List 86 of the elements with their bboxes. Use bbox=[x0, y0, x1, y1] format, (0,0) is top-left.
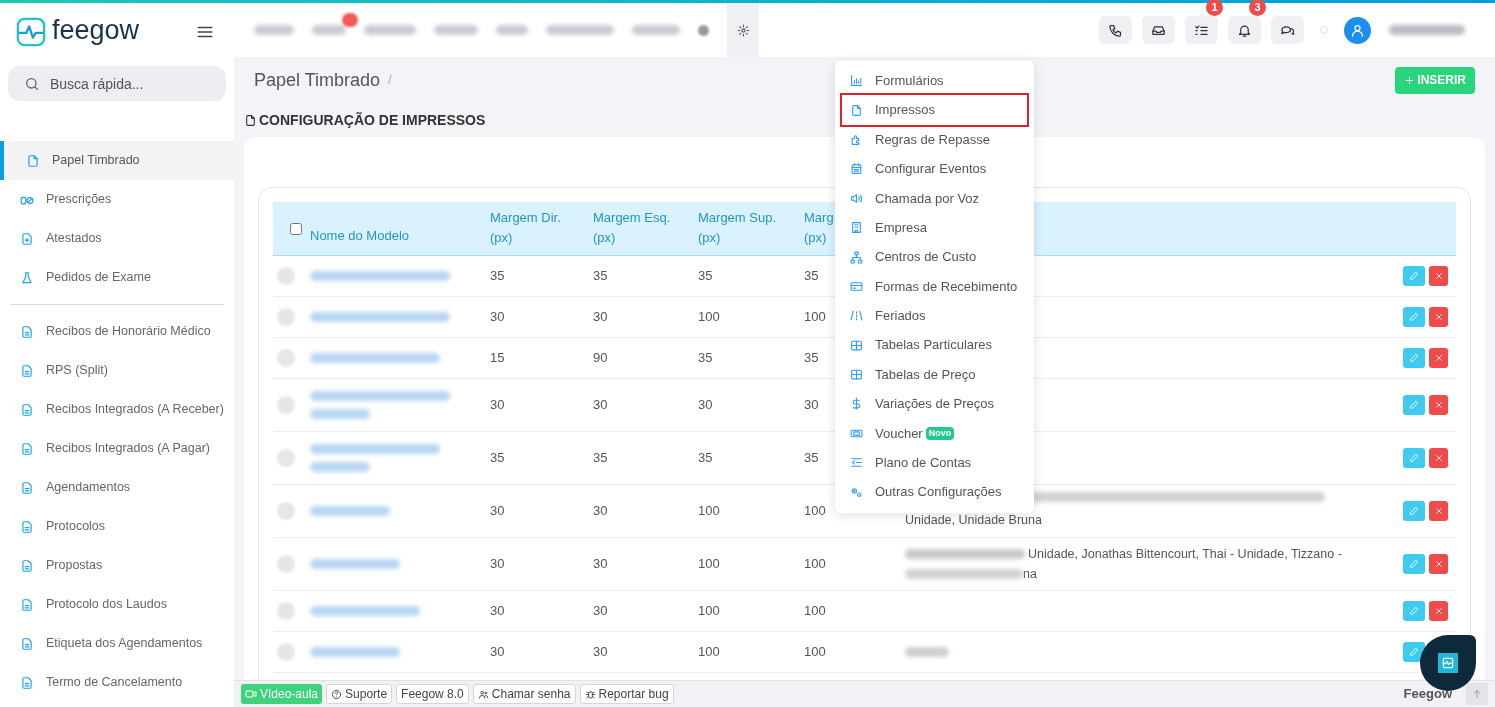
table-cell: 90 bbox=[593, 349, 608, 365]
column-header: Nome do Modelo bbox=[310, 227, 409, 246]
new-badge: Novo bbox=[925, 426, 955, 440]
table-cell: 35 bbox=[698, 449, 713, 465]
menu-item[interactable]: Formas de Recebimento bbox=[842, 271, 1027, 302]
sidebar-item[interactable]: Propostas bbox=[0, 546, 234, 585]
units-text: na bbox=[1023, 565, 1037, 583]
table-cell: 35 bbox=[490, 267, 505, 283]
menu-item[interactable]: Configurar Eventos bbox=[842, 154, 1027, 184]
table-cell: 100 bbox=[804, 555, 826, 571]
table-cell: 35 bbox=[804, 349, 819, 365]
menu-item[interactable]: Regras de Repasse bbox=[842, 124, 1027, 155]
menu-item[interactable]: Chamada por Voz bbox=[842, 183, 1027, 213]
table-cell: 30 bbox=[490, 396, 505, 412]
sidebar-item[interactable]: Recibos Integrados (A Pagar) bbox=[0, 429, 234, 468]
menu-item[interactable]: Feriados bbox=[842, 301, 1027, 331]
table-cell: 30 bbox=[698, 396, 713, 412]
sidebar-item[interactable]: Papel Timbrado bbox=[0, 141, 234, 180]
menu-item[interactable]: Variações de Preços bbox=[842, 389, 1027, 419]
sidebar-item[interactable]: Recibos de Honorário Médico bbox=[0, 312, 234, 351]
menu-item[interactable]: Tabelas Particulares bbox=[842, 330, 1027, 360]
table-cell: 100 bbox=[804, 602, 826, 618]
sidebar-item[interactable]: Prescrições bbox=[0, 180, 234, 219]
sidebar-item[interactable]: Etiqueta dos Agendamentos bbox=[0, 624, 234, 663]
table-cell: 35 bbox=[698, 349, 713, 365]
units-text: Unidade, Jonathas Bittencourt, Thai - Unidade, Tizzano - bbox=[1028, 545, 1342, 563]
sidebar-item[interactable]: Recibos Integrados (A Receber) bbox=[0, 390, 234, 429]
search-field[interactable]: Busca rápida... bbox=[8, 66, 226, 101]
brand-name: feegow bbox=[52, 16, 140, 44]
column-header: Margem Esq. (px) bbox=[593, 209, 671, 248]
table-cell: 15 bbox=[490, 349, 505, 365]
count-badge: 3 bbox=[1249, 0, 1266, 16]
table-cell: 30 bbox=[593, 396, 608, 412]
table-cell: 35 bbox=[698, 267, 713, 283]
table-cell: 100 bbox=[698, 308, 720, 324]
table-cell: 30 bbox=[490, 502, 505, 518]
footer-link[interactable]: Chamar senha bbox=[472, 684, 576, 704]
menu-item[interactable]: Tabelas de Preço bbox=[842, 359, 1027, 390]
table-cell: 100 bbox=[698, 643, 720, 659]
units-text: Unidade, Unidade Bruna bbox=[905, 511, 1042, 529]
column-header: Margem Dir. (px) bbox=[490, 209, 561, 248]
menu-item[interactable]: Voucher Novo bbox=[842, 418, 1027, 449]
table-cell: 100 bbox=[804, 308, 826, 324]
breadcrumb-separator: / bbox=[388, 71, 392, 90]
table-cell: 100 bbox=[804, 643, 826, 659]
menu-item[interactable]: Empresa bbox=[842, 212, 1027, 243]
menu-item[interactable]: Outras Configurações bbox=[842, 477, 1027, 507]
menu-item[interactable]: Formulários bbox=[842, 66, 1027, 96]
page-title: Papel Timbrado bbox=[254, 68, 381, 92]
menu-item[interactable]: Plano de Contas bbox=[842, 448, 1027, 478]
table-cell: 30 bbox=[804, 396, 819, 412]
sidebar-item[interactable]: Protocolos bbox=[0, 507, 234, 546]
footer-link[interactable]: Suporte bbox=[326, 684, 393, 704]
footer-brand: Feegow bbox=[1403, 685, 1452, 704]
table-cell: 30 bbox=[593, 643, 608, 659]
table-cell: 30 bbox=[490, 308, 505, 324]
table-cell: 35 bbox=[593, 449, 608, 465]
menu-item[interactable]: Centros de Custo bbox=[842, 242, 1027, 272]
table-cell: 30 bbox=[593, 502, 608, 518]
column-header: Margem Sup. (px) bbox=[698, 209, 777, 248]
table-cell: 35 bbox=[804, 449, 819, 465]
menu-item[interactable]: Impressos bbox=[842, 95, 1027, 125]
table-cell: 35 bbox=[804, 267, 819, 283]
table-cell: 100 bbox=[698, 555, 720, 571]
sidebar-item[interactable]: Termo de Cancelamento bbox=[0, 663, 234, 702]
table-cell: 30 bbox=[490, 602, 505, 618]
sidebar-item[interactable]: Protocolo dos Laudos bbox=[0, 585, 234, 624]
table-cell: 100 bbox=[804, 502, 826, 518]
sidebar-item[interactable]: Atestados bbox=[0, 219, 234, 258]
table-cell: 100 bbox=[698, 502, 720, 518]
table-cell: 35 bbox=[490, 449, 505, 465]
column-header: Marg (px) bbox=[804, 209, 834, 248]
table-cell: 35 bbox=[593, 267, 608, 283]
sidebar-item[interactable]: RPS (Split) bbox=[0, 351, 234, 390]
table-cell: 30 bbox=[593, 555, 608, 571]
footer-link[interactable]: Reportar bug bbox=[579, 684, 674, 704]
sidebar-item[interactable]: Pedidos de Exame bbox=[0, 258, 234, 297]
footer-link[interactable]: Feegow 8.0 bbox=[396, 684, 469, 704]
table-cell: 30 bbox=[490, 555, 505, 571]
table-cell: 30 bbox=[593, 308, 608, 324]
section-title: CONFIGURAÇÃO DE IMPRESSOS bbox=[259, 110, 486, 130]
count-badge: 1 bbox=[1206, 0, 1223, 16]
sidebar-item[interactable]: Agendamentos bbox=[0, 468, 234, 507]
table-cell: 100 bbox=[698, 602, 720, 618]
table-cell: 30 bbox=[490, 643, 505, 659]
table-cell: 30 bbox=[593, 602, 608, 618]
